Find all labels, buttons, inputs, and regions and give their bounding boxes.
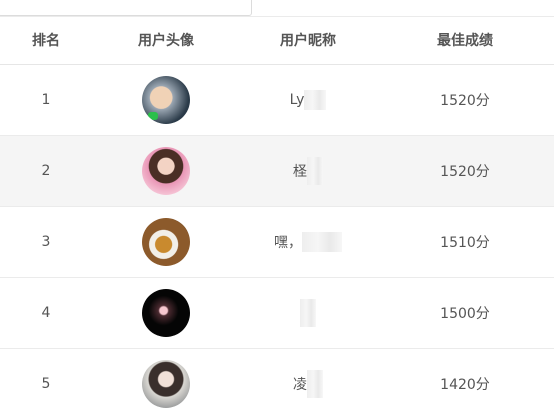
rank-cell: 1 xyxy=(0,64,92,136)
nickname-cell: 柽 xyxy=(240,135,376,207)
nickname-blur-mask xyxy=(300,298,316,327)
nickname-cell xyxy=(240,277,376,349)
score-cell: 1520分 xyxy=(376,135,554,207)
nickname-text: 柽 xyxy=(293,163,307,180)
table-row: 2 柽 1520分 xyxy=(0,135,554,207)
avatar xyxy=(142,146,190,195)
score-cell: 1500分 xyxy=(376,277,554,349)
header-avatar: 用户头像 xyxy=(92,16,240,65)
avatar-cell xyxy=(92,277,240,349)
rank-cell: 4 xyxy=(0,277,92,349)
top-control-fragment[interactable] xyxy=(0,0,252,16)
rank-cell: 2 xyxy=(0,135,92,207)
avatar xyxy=(142,288,190,337)
header-rank: 排名 xyxy=(0,16,92,65)
rank-cell: 3 xyxy=(0,206,92,278)
rank-cell: 5 xyxy=(0,348,92,419)
nickname-blur-mask xyxy=(304,89,327,110)
avatar xyxy=(142,359,190,408)
header-score: 最佳成绩 xyxy=(376,16,554,65)
avatar-cell xyxy=(92,64,240,136)
table-row: 1 Ly 1520分 xyxy=(0,64,554,136)
nickname-text: Ly xyxy=(289,91,305,108)
nickname-text: 嘿， xyxy=(274,234,302,251)
avatar xyxy=(142,75,190,124)
header-nickname: 用户昵称 xyxy=(240,16,376,65)
nickname-blur-mask xyxy=(307,369,323,398)
table-header-row: 排名 用户头像 用户昵称 最佳成绩 xyxy=(0,16,554,65)
score-cell: 1420分 xyxy=(376,348,554,419)
score-cell: 1520分 xyxy=(376,64,554,136)
nickname-cell: 凌 xyxy=(240,348,376,419)
nickname-blur-mask xyxy=(302,231,342,252)
table-row: 3 嘿， 1510分 xyxy=(0,206,554,278)
leaderboard-table: 排名 用户头像 用户昵称 最佳成绩 1 Ly 1520分 2 柽 1520分 3 xyxy=(0,16,554,419)
nickname-cell: 嘿， xyxy=(240,206,376,278)
table-row: 4 1500分 xyxy=(0,277,554,349)
avatar xyxy=(142,217,190,266)
score-cell: 1510分 xyxy=(376,206,554,278)
nickname-text: 凌 xyxy=(293,376,307,393)
avatar-cell xyxy=(92,348,240,419)
leaderboard-page: 排名 用户头像 用户昵称 最佳成绩 1 Ly 1520分 2 柽 1520分 3 xyxy=(0,0,554,419)
nickname-blur-mask xyxy=(307,156,323,185)
avatar-cell xyxy=(92,206,240,278)
nickname-cell: Ly xyxy=(240,64,376,136)
avatar-cell xyxy=(92,135,240,207)
table-row: 5 凌 1420分 xyxy=(0,348,554,419)
